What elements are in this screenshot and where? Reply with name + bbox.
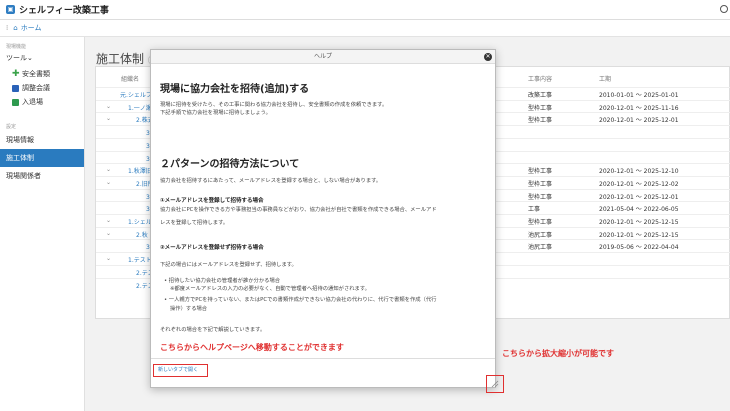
breadcrumb-separator: ⁞	[6, 24, 9, 32]
sidebar-caption-mgmt: 現場機能	[6, 44, 27, 50]
sidebar-item-meeting[interactable]: 調整会議	[0, 81, 84, 95]
row-work: 型枠工事	[528, 180, 553, 188]
sidebar-item-label: 調整会議	[22, 84, 50, 92]
chevron-down-icon[interactable]: ⌄	[106, 217, 111, 224]
sidebar-item-safety-docs[interactable]: ✚ 安全書類	[0, 67, 84, 81]
row-company-name[interactable]: 2.秋	[136, 230, 148, 239]
sidebar: 現場機能 ツール⌄ ✚ 安全書類 調整会議 入退場 設定 現場情報 施工体制 現…	[0, 37, 85, 411]
row-period: 2020-12-01 〜 2025-12-01	[599, 117, 679, 125]
plus-icon: ✚	[12, 68, 20, 79]
row-work: 池尻工事	[528, 244, 553, 252]
sidebar-tools-toggle[interactable]: ツール⌄	[0, 51, 84, 67]
top-bar: ▣ シェルフィー改築工事	[0, 0, 730, 20]
help-modal: ヘルプ ✕ 現場に協力会社を招待(追加)する 現場に招待を受けたら、その工事に関…	[150, 49, 504, 393]
resize-grip-icon	[491, 380, 499, 388]
help-para-1b: 下記手順で協力会社を現場に招待しましょう。	[160, 110, 271, 116]
help-subheading-b: ②メールアドレスを登録せず招待する場合	[160, 245, 264, 251]
row-work: 池尻工事	[528, 231, 553, 239]
help-bullet-2: • 一人親方でPCを持っていない、またはPCでの書類作成ができない協力会社の代わ…	[164, 297, 437, 303]
help-subheading-a: ①メールアドレスを登録して招待する場合	[160, 198, 264, 204]
row-period: 2020-12-01 〜 2025-12-01	[599, 193, 679, 201]
sidebar-nav-structure[interactable]: 施工体制	[0, 149, 84, 167]
page-title-text: 施工体制	[96, 52, 145, 66]
breadcrumb-home-link[interactable]: ホーム	[21, 23, 42, 33]
help-modal-footer: 新しいタブで開く	[151, 358, 504, 393]
chevron-down-icon[interactable]: ⌄	[106, 103, 111, 110]
sidebar-nav-site-info[interactable]: 現場情報	[0, 131, 84, 149]
sidebar-caption-settings: 設定	[6, 124, 17, 130]
app-title: シェルフィー改築工事	[19, 6, 109, 16]
sidebar-nav-members[interactable]: 現場関係者	[0, 167, 84, 185]
row-company-name[interactable]: 1.シェル	[128, 217, 152, 226]
row-company-name[interactable]: 1.一ノ瀬	[128, 103, 152, 112]
resize-handle[interactable]	[486, 375, 504, 393]
chevron-down-icon[interactable]: ⌄	[106, 179, 111, 186]
row-period: 2020-12-01 〜 2025-12-10	[599, 168, 679, 176]
row-company-name[interactable]: 元.シェルフ	[120, 90, 152, 99]
home-icon[interactable]: ⌂	[13, 24, 17, 32]
help-para-4: 下記の場合にはメールアドレスを登録せず、招待します。	[160, 262, 297, 268]
breadcrumb: ⁞ ⌂ ホーム	[0, 20, 730, 37]
row-period: 2020-12-01 〜 2025-12-15	[599, 219, 679, 226]
resize-annotation: こちらから拡大縮小が可能です	[502, 349, 614, 358]
row-work: 工事	[528, 206, 541, 214]
sidebar-tools-label: ツール	[6, 54, 27, 62]
row-company-name[interactable]: 1.テスト	[128, 255, 152, 264]
help-para-5: それぞれの場合を下記で解説していきます。	[160, 327, 266, 333]
row-period: 2020-12-01 〜 2025-11-16	[599, 104, 679, 112]
row-period: 2010-01-01 〜 2025-01-01	[599, 92, 679, 99]
row-company-name[interactable]: 1.秋澤旧	[128, 166, 152, 175]
open-new-tab-link[interactable]: 新しいタブで開く	[153, 364, 208, 377]
sidebar-item-entry[interactable]: 入退場	[0, 95, 84, 109]
help-heading-invite: 現場に協力会社を招待(追加)する	[160, 84, 310, 95]
chevron-down-icon[interactable]: ⌄	[106, 115, 111, 122]
chevron-down-icon[interactable]: ⌄	[106, 230, 111, 237]
chevron-down-icon[interactable]: ⌄	[106, 166, 111, 173]
row-period: 2020-12-01 〜 2025-12-15	[599, 231, 679, 239]
close-icon[interactable]: ✕	[484, 53, 492, 61]
col-header-company: 組織名	[121, 76, 140, 83]
help-para-2: 協力会社を招待するにあたって、メールアドレスを登録する場合と、しない場合がありま…	[160, 178, 382, 184]
row-period: 2019-05-06 〜 2022-04-04	[599, 244, 679, 252]
col-header-period: 工期	[599, 76, 612, 83]
help-bullet-2b: 操作）する場合	[170, 306, 208, 312]
app-logo-icon: ▣	[6, 5, 15, 14]
row-work: 型枠工事	[528, 117, 553, 125]
sidebar-item-label: 入退場	[22, 98, 43, 106]
row-work: 改築工事	[528, 92, 553, 99]
entry-icon	[12, 98, 19, 106]
row-period: 2020-12-01 〜 2025-12-02	[599, 180, 679, 188]
help-para-3a: 協力会社にPCを操作できる方や事務担当の事務員などがおり、協力会社が自社で書類を…	[160, 207, 437, 213]
help-modal-header: ヘルプ ✕	[151, 50, 495, 64]
row-work: 型枠工事	[528, 104, 553, 112]
row-work: 型枠工事	[528, 168, 553, 176]
col-header-work: 工事内容	[528, 76, 553, 83]
help-page-annotation: こちらからヘルプページへ移動することができます	[160, 343, 344, 352]
help-para-3b: レスを登録して招待します。	[160, 220, 229, 226]
row-work: 型枠工事	[528, 219, 553, 226]
help-heading-patterns: ２パターンの招待方法について	[160, 159, 300, 170]
chevron-down-icon: ⌄	[27, 54, 33, 62]
help-modal-title: ヘルプ	[313, 53, 332, 60]
row-work: 型枠工事	[528, 193, 553, 201]
sidebar-item-label: 安全書類	[22, 70, 50, 78]
chevron-down-icon[interactable]: ⌄	[106, 255, 111, 262]
help-bullet-1b: ※都度メールアドレスの入力の必要がなく、自動で管理者へ招待の通知がされます。	[170, 286, 370, 292]
row-period: 2021-05-04 〜 2022-06-05	[599, 206, 679, 214]
page-title: 施工体制 ⓘ	[96, 50, 156, 67]
help-icon[interactable]	[720, 5, 728, 13]
meeting-icon	[12, 84, 19, 92]
